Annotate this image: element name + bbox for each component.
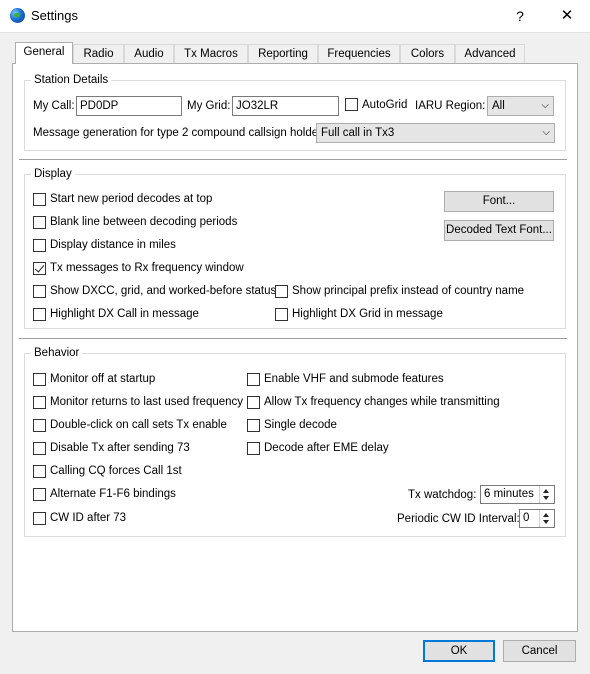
monitor-returns-label: Monitor returns to last used frequency <box>50 396 244 408</box>
highlight-dx-grid-checkbox[interactable] <box>275 308 288 321</box>
enable-vhf-label: Enable VHF and submode features <box>264 373 444 385</box>
disable-tx-73-checkbox[interactable] <box>33 442 46 455</box>
spin-arrows[interactable] <box>539 510 554 527</box>
tab-general[interactable]: General <box>15 42 73 64</box>
tx-to-rx-window-checkbox[interactable] <box>33 262 46 275</box>
tab-audio[interactable]: Audio <box>124 44 174 63</box>
distance-miles-checkbox[interactable] <box>33 239 46 252</box>
separator <box>19 159 567 160</box>
single-decode-checkbox[interactable] <box>247 419 260 432</box>
calling-cq-call1st-label: Calling CQ forces Call 1st <box>50 465 182 477</box>
show-dxcc-checkbox[interactable] <box>33 285 46 298</box>
alternate-f-bindings-checkbox[interactable] <box>33 488 46 501</box>
allow-tx-freq-changes-label: Allow Tx frequency changes while transmi… <box>264 396 500 408</box>
disable-tx-73-label: Disable Tx after sending 73 <box>50 442 190 454</box>
app-globe-icon <box>10 8 25 23</box>
cw-id-interval-label: Periodic CW ID Interval: <box>397 513 520 525</box>
double-click-tx-enable-label: Double-click on call sets Tx enable <box>50 419 227 431</box>
autogrid-label: AutoGrid <box>362 99 408 111</box>
iaru-region-select[interactable]: All ⌵ <box>487 96 554 116</box>
tx-watchdog-spinbox[interactable]: 6 minutes <box>480 485 555 504</box>
cw-id-interval-value: 0 <box>523 512 530 524</box>
my-call-label: My Call: <box>33 100 75 112</box>
decode-eme-delay-checkbox[interactable] <box>247 442 260 455</box>
spin-up-icon[interactable] <box>543 489 549 493</box>
alternate-f-bindings-label: Alternate F1-F6 bindings <box>50 488 176 500</box>
my-call-input[interactable]: PD0DP <box>76 96 182 116</box>
double-click-tx-enable-checkbox[interactable] <box>33 419 46 432</box>
show-dxcc-label: Show DXCC, grid, and worked-before statu… <box>50 285 277 297</box>
display-title: Display <box>31 167 75 181</box>
tx-to-rx-window-label: Tx messages to Rx frequency window <box>50 262 244 274</box>
my-grid-input[interactable]: JO32LR <box>232 96 339 116</box>
spin-down-icon[interactable] <box>543 496 549 500</box>
autogrid-checkbox[interactable] <box>345 98 358 111</box>
tab-tx-macros[interactable]: Tx Macros <box>174 44 248 63</box>
message-generation-select[interactable]: Full call in Tx3 ⌵ <box>316 123 555 143</box>
single-decode-label: Single decode <box>264 419 337 431</box>
monitor-off-startup-checkbox[interactable] <box>33 373 46 386</box>
cw-id-after-73-checkbox[interactable] <box>33 512 46 525</box>
chevron-down-icon: ⌵ <box>542 127 550 138</box>
start-new-period-top-checkbox[interactable] <box>33 193 46 206</box>
spin-arrows[interactable] <box>539 486 554 503</box>
separator <box>19 338 567 339</box>
iaru-region-value: All <box>492 100 505 112</box>
close-button[interactable]: ✕ <box>552 4 582 28</box>
iaru-region-label: IARU Region: <box>415 100 486 112</box>
tab-advanced[interactable]: Advanced <box>455 44 525 63</box>
calling-cq-call1st-checkbox[interactable] <box>33 465 46 478</box>
blank-line-label: Blank line between decoding periods <box>50 216 238 228</box>
tx-watchdog-value: 6 minutes <box>484 488 534 500</box>
cw-id-interval-spinbox[interactable]: 0 <box>519 509 555 528</box>
start-new-period-top-label: Start new period decodes at top <box>50 193 213 205</box>
message-generation-value: Full call in Tx3 <box>321 127 395 139</box>
highlight-dx-call-label: Highlight DX Call in message <box>50 308 199 320</box>
principal-prefix-checkbox[interactable] <box>275 285 288 298</box>
monitor-returns-checkbox[interactable] <box>33 396 46 409</box>
font-button[interactable]: Font... <box>444 191 554 212</box>
spin-down-icon[interactable] <box>543 520 549 524</box>
message-generation-label: Message generation for type 2 compound c… <box>33 127 331 139</box>
blank-line-checkbox[interactable] <box>33 216 46 229</box>
tab-reporting[interactable]: Reporting <box>248 44 318 63</box>
principal-prefix-label: Show principal prefix instead of country… <box>292 285 525 297</box>
tx-watchdog-label: Tx watchdog: <box>408 489 477 501</box>
tab-frequencies[interactable]: Frequencies <box>318 44 400 63</box>
cancel-button[interactable]: Cancel <box>503 640 576 662</box>
highlight-dx-grid-label: Highlight DX Grid in message <box>292 308 443 320</box>
tab-colors[interactable]: Colors <box>400 44 455 63</box>
my-grid-label: My Grid: <box>187 100 231 112</box>
cw-id-after-73-label: CW ID after 73 <box>50 512 127 524</box>
spin-up-icon[interactable] <box>543 513 549 517</box>
station-details-title: Station Details <box>31 73 112 87</box>
highlight-dx-call-checkbox[interactable] <box>33 308 46 321</box>
chevron-down-icon: ⌵ <box>541 100 549 111</box>
monitor-off-startup-label: Monitor off at startup <box>50 373 156 385</box>
distance-miles-label: Display distance in miles <box>50 239 176 251</box>
enable-vhf-checkbox[interactable] <box>247 373 260 386</box>
allow-tx-freq-changes-checkbox[interactable] <box>247 396 260 409</box>
ok-button[interactable]: OK <box>423 640 495 662</box>
help-button[interactable]: ? <box>508 6 532 26</box>
behavior-title: Behavior <box>31 346 83 360</box>
title-bar <box>0 0 590 33</box>
window-title: Settings <box>31 8 78 23</box>
decode-eme-delay-label: Decode after EME delay <box>264 442 389 454</box>
decoded-text-font-button[interactable]: Decoded Text Font... <box>444 220 554 241</box>
tab-radio[interactable]: Radio <box>73 44 124 63</box>
